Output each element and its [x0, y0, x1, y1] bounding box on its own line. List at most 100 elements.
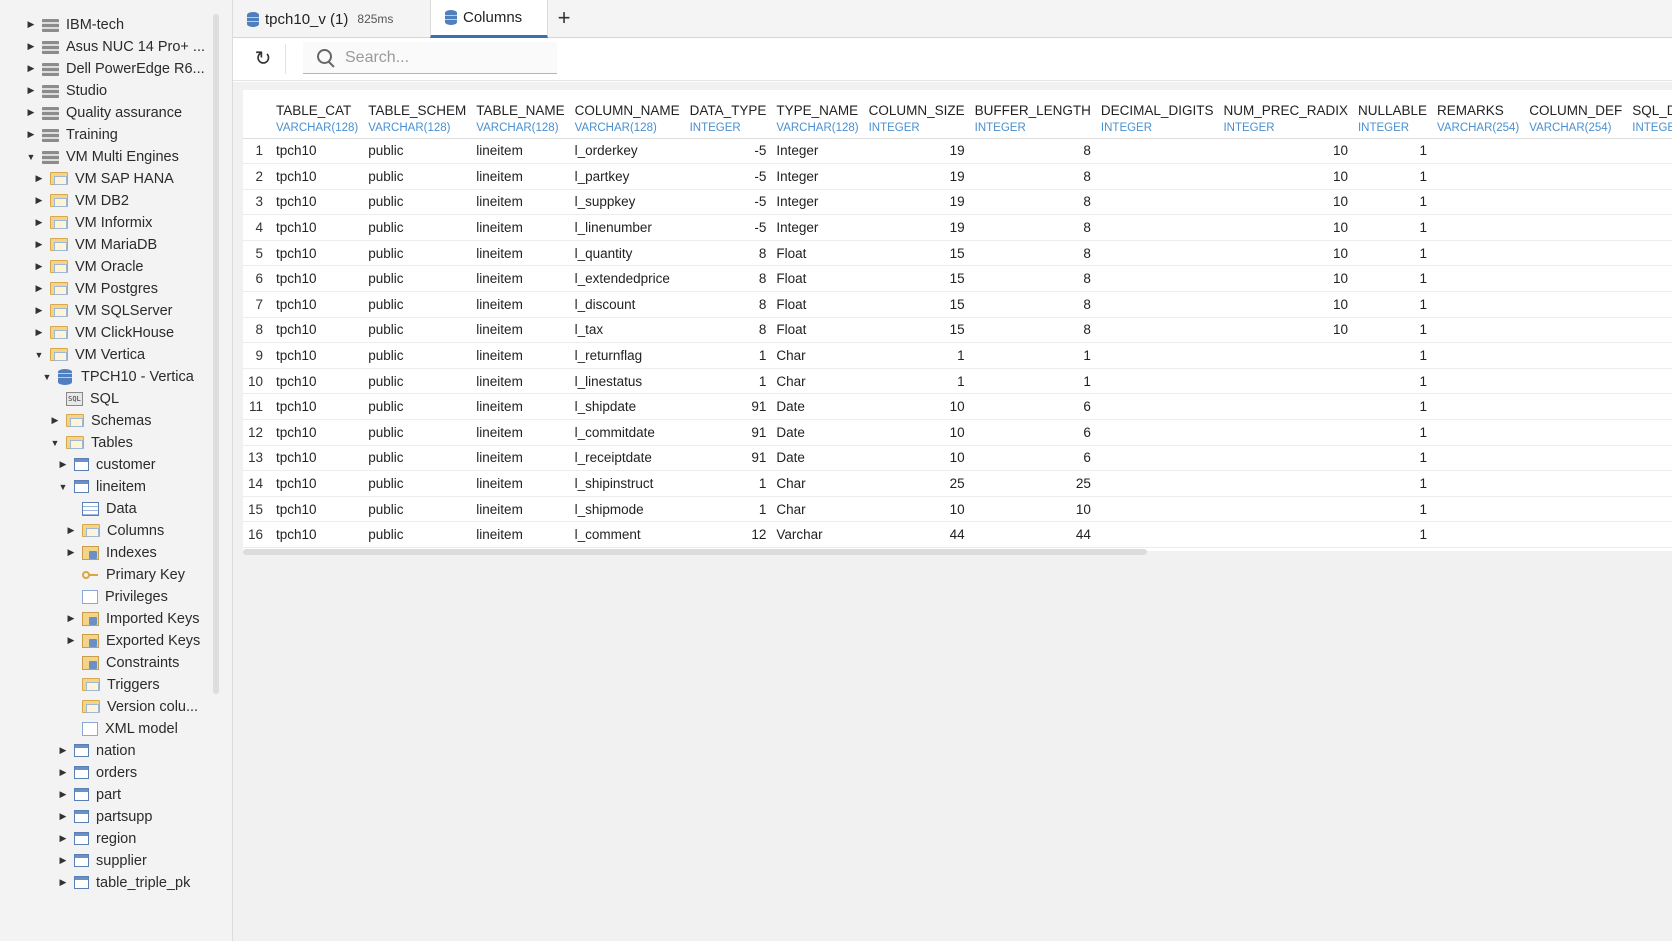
table-cell[interactable]: 8 [969, 291, 1096, 318]
table-cell[interactable]: public [363, 368, 472, 395]
table-cell[interactable]: 1 [1352, 317, 1433, 344]
table-cell[interactable] [1095, 470, 1219, 497]
table-cell[interactable]: 8 [1627, 265, 1672, 293]
collapse-arrow-icon[interactable]: ▼ [56, 475, 70, 498]
table-cell[interactable] [1524, 368, 1628, 395]
row-number[interactable]: 6 [243, 265, 272, 293]
table-cell[interactable]: Integer [771, 138, 864, 165]
row-number[interactable]: 11 [243, 393, 272, 421]
table-cell[interactable]: 8 [684, 291, 772, 318]
table-cell[interactable]: 8 [1627, 317, 1672, 344]
table-cell[interactable]: lineitem [471, 521, 570, 548]
table-cell[interactable]: tpch10 [271, 445, 364, 472]
tree-item-schemas[interactable]: ▶ Schemas [48, 409, 152, 432]
table-cell[interactable]: lineitem [471, 214, 570, 241]
expand-arrow-icon[interactable]: ▶ [56, 783, 70, 806]
table-cell[interactable]: 1 [1352, 240, 1433, 267]
column-header[interactable]: SQL_DATA_TYPE [1627, 90, 1672, 118]
table-cell[interactable]: 8 [684, 240, 772, 267]
table-cell[interactable] [1218, 368, 1353, 395]
table-cell[interactable] [1095, 419, 1219, 446]
table-cell[interactable]: -5 [684, 163, 772, 190]
table-cell[interactable]: public [363, 393, 472, 421]
table-cell[interactable]: -5 [684, 138, 772, 165]
tree-item-indexes[interactable]: ▶ Indexes [64, 541, 157, 564]
table-cell[interactable]: Char [771, 496, 864, 523]
tree-item-asus-nuc-14-pro[interactable]: ▶ Asus NUC 14 Pro+ ... [24, 35, 205, 58]
table-cell[interactable] [1524, 265, 1628, 293]
table-cell[interactable]: -5 [684, 189, 772, 216]
tab-columns[interactable]: Columns [430, 0, 548, 38]
table-cell[interactable] [1095, 368, 1219, 395]
table-cell[interactable] [1524, 291, 1628, 318]
table-cell[interactable] [1095, 163, 1219, 190]
table-cell[interactable]: 1 [1352, 419, 1433, 446]
table-cell[interactable]: 1 [1352, 163, 1433, 190]
table-cell[interactable]: 10 [863, 419, 970, 446]
tree-item-region[interactable]: ▶ region [56, 827, 137, 850]
table-cell[interactable]: 10 [1218, 189, 1353, 216]
table-cell[interactable]: Date [771, 445, 864, 472]
table-cell[interactable]: 1 [1627, 496, 1672, 523]
table-cell[interactable]: l_commitdate [569, 419, 685, 446]
table-cell[interactable]: lineitem [471, 342, 570, 369]
collapse-arrow-icon[interactable]: ▼ [32, 343, 46, 366]
table-cell[interactable] [1432, 240, 1525, 267]
table-cell[interactable]: public [363, 240, 472, 267]
table-cell[interactable] [1095, 265, 1219, 293]
table-cell[interactable]: 15 [863, 317, 970, 344]
table-cell[interactable] [1432, 189, 1525, 216]
table-cell[interactable]: tpch10 [271, 368, 364, 395]
table-cell[interactable] [1432, 521, 1525, 548]
expand-arrow-icon[interactable]: ▶ [24, 123, 38, 146]
column-header[interactable]: TABLE_SCHEM [363, 90, 471, 118]
tree-item-vm-informix[interactable]: ▶ VM Informix [32, 211, 153, 234]
table-cell[interactable]: 1 [1352, 342, 1433, 369]
table-cell[interactable]: 1 [1627, 368, 1672, 395]
table-cell[interactable]: 1 [969, 368, 1096, 395]
expand-arrow-icon[interactable]: ▶ [32, 255, 46, 278]
table-cell[interactable]: public [363, 342, 472, 369]
tree-item-tables[interactable]: ▼ Tables [48, 431, 133, 454]
table-cell[interactable]: 10 [1218, 138, 1353, 165]
table-cell[interactable] [1095, 240, 1219, 267]
row-number[interactable]: 5 [243, 240, 272, 267]
table-cell[interactable] [1218, 496, 1353, 523]
table-cell[interactable]: l_extendedprice [569, 265, 685, 293]
table-cell[interactable]: tpch10 [271, 138, 364, 165]
column-header[interactable]: REMARKS [1432, 90, 1524, 118]
table-cell[interactable]: l_discount [569, 291, 685, 318]
row-number[interactable]: 10 [243, 368, 272, 395]
table-cell[interactable]: 8 [969, 189, 1096, 216]
table-cell[interactable]: -5 [1627, 214, 1672, 241]
table-cell[interactable]: Integer [771, 163, 864, 190]
table-row[interactable]: 5 tpch10 public lineitem l_quantity 8 Float 15 8… [243, 240, 1672, 267]
table-cell[interactable]: 19 [863, 138, 970, 165]
table-cell[interactable]: tpch10 [271, 419, 364, 446]
table-cell[interactable] [1218, 470, 1353, 497]
table-cell[interactable] [1432, 291, 1525, 318]
table-cell[interactable]: l_quantity [569, 240, 685, 267]
table-cell[interactable]: 8 [969, 163, 1096, 190]
table-cell[interactable] [1095, 521, 1219, 548]
table-cell[interactable]: 15 [863, 240, 970, 267]
tree-item-training[interactable]: ▶ Training [24, 123, 118, 146]
column-header[interactable]: NULLABLE [1353, 90, 1432, 118]
table-cell[interactable] [1218, 342, 1353, 369]
tree-item-vm-mariadb[interactable]: ▶ VM MariaDB [32, 233, 158, 256]
expand-arrow-icon[interactable]: ▶ [64, 607, 78, 630]
tree-item-quality-assurance[interactable]: ▶ Quality assurance [24, 101, 183, 124]
table-cell[interactable] [1524, 189, 1628, 216]
table-cell[interactable]: 1 [1352, 368, 1433, 395]
table-cell[interactable]: 8 [969, 240, 1096, 267]
expand-arrow-icon[interactable]: ▶ [24, 57, 38, 80]
table-row[interactable]: 9 tpch10 public lineitem l_returnflag 1 Char 1 1… [243, 342, 1672, 369]
expand-arrow-icon[interactable]: ▶ [32, 277, 46, 300]
table-cell[interactable]: lineitem [471, 240, 570, 267]
table-cell[interactable]: 1 [863, 368, 970, 395]
tree-item-studio[interactable]: ▶ Studio [24, 79, 108, 102]
table-cell[interactable]: l_receiptdate [569, 445, 685, 472]
expand-arrow-icon[interactable]: ▶ [24, 13, 38, 36]
table-cell[interactable] [1432, 317, 1525, 344]
table-cell[interactable]: 1 [1352, 445, 1433, 472]
